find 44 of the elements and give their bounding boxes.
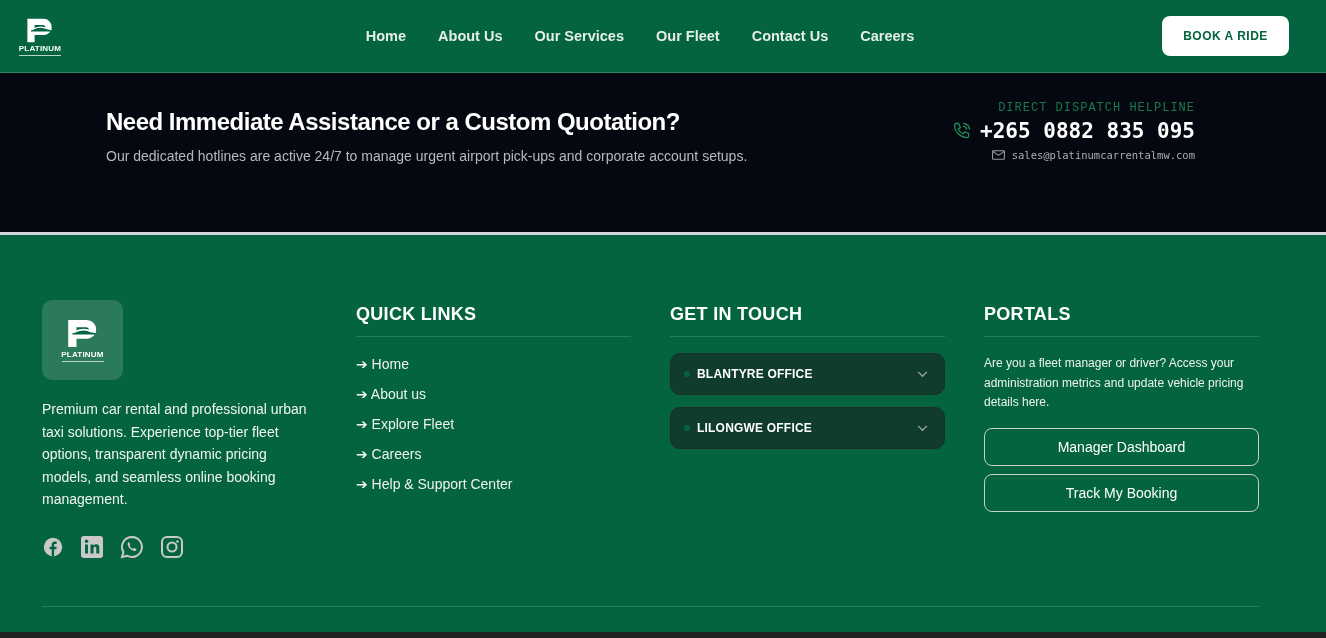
portals-description: Are you a fleet manager or driver? Access your administration metrics and update vehicle pricing details here. (984, 355, 1245, 411)
footer-link[interactable]: ➔ Help & Support Center (356, 475, 631, 493)
book-button[interactable]: BOOK A RIDE (1162, 16, 1289, 56)
office-accordion[interactable]: BLANTYRE OFFICE (670, 353, 945, 395)
facebook-icon[interactable] (42, 535, 64, 558)
nav-link[interactable]: About Us (438, 24, 503, 48)
email-link[interactable]: sales@platinumcarrentalmw.com (1011, 149, 1195, 161)
footer-link[interactable]: ➔ Home (356, 355, 631, 373)
office-name: BLANTYRE OFFICE (697, 367, 814, 381)
instagram-icon[interactable] (160, 534, 184, 559)
nav-link[interactable]: Home (365, 24, 407, 48)
column-heading: QUICK LINKS (356, 304, 631, 337)
chevron-icon (917, 424, 928, 432)
company-description: Premium car rental and professional urban taxi solutions. Experience top-tier fleet options, transparent dynamic pricing models, and seamless online booking management. (42, 400, 308, 510)
logo[interactable]: PLATINUM (16, 16, 64, 56)
footer-link[interactable]: ➔ Explore Fleet (356, 415, 631, 433)
banner-text: Our dedicated hotlines are active 24/7 to manage urgent airport pick-ups and corporate account setups. (106, 148, 748, 164)
nav-link[interactable]: Contact Us (751, 24, 829, 48)
office-accordion[interactable]: LILONGWE OFFICE (670, 407, 945, 449)
footer-logo[interactable]: PLATINUM (42, 300, 123, 380)
nav-link[interactable]: Our Fleet (656, 24, 720, 48)
phone-icon (952, 121, 973, 141)
footer-link[interactable]: ➔ Careers (356, 445, 631, 463)
whatsapp-icon[interactable] (120, 534, 144, 559)
status-dot (684, 425, 690, 431)
portal-button[interactable]: Manager Dashboard (984, 427, 1259, 466)
mail-icon (991, 150, 1005, 160)
linkedin-icon[interactable] (80, 534, 104, 559)
logo-text: PLATINUM (18, 43, 62, 53)
column-heading: GET IN TOUCH (670, 304, 945, 337)
status-dot (684, 371, 690, 377)
nav-link[interactable]: Our Services (534, 24, 624, 48)
logo-text: PLATINUM (61, 349, 104, 359)
office-name: LILONGWE OFFICE (697, 421, 813, 435)
phone-number[interactable]: +265 0882 835 095 (980, 119, 1195, 143)
helpline-label: DIRECT DISPATCH HELPLINE (998, 101, 1195, 115)
column-heading: PORTALS (984, 304, 1259, 337)
footer-link[interactable]: ➔ About us (356, 385, 631, 403)
nav-link[interactable]: Careers (860, 24, 915, 48)
portal-button[interactable]: Track My Booking (984, 473, 1259, 512)
chevron-icon (917, 370, 928, 378)
logo-tagline-line (61, 360, 104, 362)
banner-heading: Need Immediate Assistance or a Custom Quotation? (106, 108, 681, 136)
logo-tagline-line (19, 54, 61, 56)
